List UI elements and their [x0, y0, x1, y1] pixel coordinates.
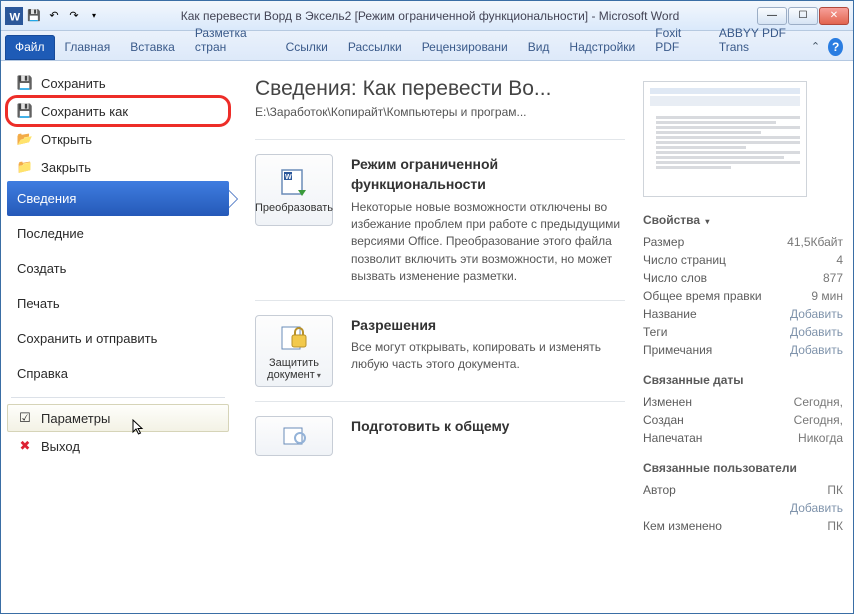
- section-title: Разрешения: [351, 315, 625, 335]
- section-text: Все могут открывать, копировать и изменя…: [351, 339, 625, 374]
- prop-row-addauthor[interactable]: Добавить: [643, 499, 843, 517]
- permissions-section: Защитить документ▾ Разрешения Все могут …: [255, 300, 625, 401]
- sidebar-item-label: Сведения: [17, 191, 76, 206]
- prop-row-printed: НапечатанНикогда: [643, 429, 843, 447]
- prop-row-modified: ИзмененСегодня,: [643, 393, 843, 411]
- redo-icon[interactable]: ↷: [65, 7, 83, 25]
- save-icon[interactable]: 💾: [25, 7, 43, 25]
- prop-row-size: Размер41,5Кбайт: [643, 233, 843, 251]
- tab-abbyy[interactable]: ABBYY PDF Trans: [709, 21, 811, 60]
- convert-button[interactable]: W Преобразовать: [255, 154, 333, 226]
- prop-row-author[interactable]: АвторПК: [643, 481, 843, 499]
- compat-mode-section: W Преобразовать Режим ограниченной функц…: [255, 139, 625, 300]
- section-title: Подготовить к общему: [351, 416, 509, 436]
- sidebar-item-label: Печать: [17, 296, 60, 311]
- undo-icon[interactable]: ↶: [45, 7, 63, 25]
- sidebar-item-exit[interactable]: ✖ Выход: [7, 432, 229, 460]
- sidebar-item-label: Закрыть: [41, 160, 91, 175]
- open-folder-icon: 📂: [17, 131, 33, 147]
- options-icon: ☑: [17, 410, 33, 426]
- related-people-heading: Связанные пользователи: [643, 461, 843, 475]
- tab-addins[interactable]: Надстройки: [559, 35, 645, 60]
- sidebar-item-label: Сохранить как: [41, 104, 128, 119]
- sidebar-item-label: Сохранить и отправить: [17, 331, 157, 346]
- sidebar-item-recent[interactable]: Последние: [7, 216, 229, 251]
- dropdown-caret-icon: ▾: [317, 371, 321, 380]
- ribbon-tabs: Файл Главная Вставка Разметка стран Ссыл…: [1, 31, 853, 61]
- sidebar-item-info[interactable]: Сведения: [7, 181, 229, 216]
- tab-view[interactable]: Вид: [518, 35, 560, 60]
- related-dates-heading: Связанные даты: [643, 373, 843, 387]
- prop-row-edittime: Общее время правки9 мин: [643, 287, 843, 305]
- document-thumbnail[interactable]: [643, 81, 807, 197]
- prepare-share-section: Подготовить к общему: [255, 401, 625, 470]
- ribbon-expand-icon[interactable]: ⌃: [811, 40, 822, 54]
- info-title: Сведения: Как перевести Во...: [255, 77, 625, 101]
- word-app-icon[interactable]: W: [5, 7, 23, 25]
- saveas-icon: 💾: [17, 103, 33, 119]
- quick-access-toolbar: W 💾 ↶ ↷ ▾: [5, 7, 103, 25]
- tab-references[interactable]: Ссылки: [276, 35, 338, 60]
- sidebar-item-print[interactable]: Печать: [7, 286, 229, 321]
- button-label: Преобразовать: [255, 202, 333, 214]
- sidebar-item-label: Открыть: [41, 132, 92, 147]
- sidebar-item-label: Справка: [17, 366, 68, 381]
- help-icon[interactable]: ?: [828, 38, 843, 56]
- convert-doc-icon: W: [278, 166, 310, 198]
- section-title: Режим ограниченной функциональности: [351, 154, 625, 195]
- sidebar-item-label: Параметры: [41, 411, 110, 426]
- properties-heading[interactable]: Свойства ▾: [643, 213, 843, 227]
- tab-file[interactable]: Файл: [5, 35, 55, 60]
- sidebar-item-label: Выход: [41, 439, 80, 454]
- properties-panel: Свойства ▾ Размер41,5Кбайт Число страниц…: [643, 77, 843, 613]
- protect-document-button[interactable]: Защитить документ▾: [255, 315, 333, 387]
- section-text: Некоторые новые возможности отключены во…: [351, 199, 625, 286]
- info-panel: Сведения: Как перевести Во... E:\Заработ…: [235, 61, 853, 613]
- tab-mailings[interactable]: Рассылки: [338, 35, 412, 60]
- prop-row-words: Число слов877: [643, 269, 843, 287]
- sidebar-item-label: Создать: [17, 261, 66, 276]
- qat-dropdown-icon[interactable]: ▾: [85, 7, 103, 25]
- save-icon: 💾: [17, 75, 33, 91]
- exit-icon: ✖: [17, 438, 33, 454]
- close-button[interactable]: ✕: [819, 7, 849, 25]
- sidebar-separator: [11, 397, 225, 398]
- sidebar-item-label: Сохранить: [41, 76, 106, 91]
- prop-row-tags[interactable]: ТегиДобавить: [643, 323, 843, 341]
- prop-row-created: СозданСегодня,: [643, 411, 843, 429]
- sidebar-item-help[interactable]: Справка: [7, 356, 229, 391]
- prop-row-pages: Число страниц4: [643, 251, 843, 269]
- button-label: Защитить документ▾: [258, 357, 330, 381]
- sidebar-item-open[interactable]: 📂 Открыть: [7, 125, 229, 153]
- prepare-button[interactable]: [255, 416, 333, 456]
- prop-row-lastmodifiedby: Кем измененоПК: [643, 517, 843, 535]
- svg-text:W: W: [10, 11, 21, 23]
- file-menu-sidebar: 💾 Сохранить 💾 Сохранить как 📂 Открыть 📁 …: [1, 61, 235, 613]
- sidebar-item-save[interactable]: 💾 Сохранить: [7, 69, 229, 97]
- tab-home[interactable]: Главная: [55, 35, 121, 60]
- sidebar-item-saveas[interactable]: 💾 Сохранить как: [7, 97, 229, 125]
- dropdown-caret-icon: ▾: [705, 217, 709, 226]
- sidebar-item-label: Последние: [17, 226, 84, 241]
- sidebar-item-sendshare[interactable]: Сохранить и отправить: [7, 321, 229, 356]
- tab-review[interactable]: Рецензировани: [412, 35, 518, 60]
- tab-foxit[interactable]: Foxit PDF: [645, 21, 709, 60]
- sidebar-item-close[interactable]: 📁 Закрыть: [7, 153, 229, 181]
- info-filepath: E:\Заработок\Копирайт\Компьютеры и прогр…: [255, 105, 625, 119]
- svg-text:W: W: [285, 174, 292, 181]
- prop-row-title[interactable]: НазваниеДобавить: [643, 305, 843, 323]
- sidebar-item-new[interactable]: Создать: [7, 251, 229, 286]
- inspect-doc-icon: [278, 426, 310, 446]
- close-folder-icon: 📁: [17, 159, 33, 175]
- tab-insert[interactable]: Вставка: [120, 35, 185, 60]
- sidebar-item-options[interactable]: ☑ Параметры: [7, 404, 229, 432]
- tab-pagelayout[interactable]: Разметка стран: [185, 21, 276, 60]
- protect-lock-icon: [278, 321, 310, 353]
- prop-row-notes[interactable]: ПримечанияДобавить: [643, 341, 843, 359]
